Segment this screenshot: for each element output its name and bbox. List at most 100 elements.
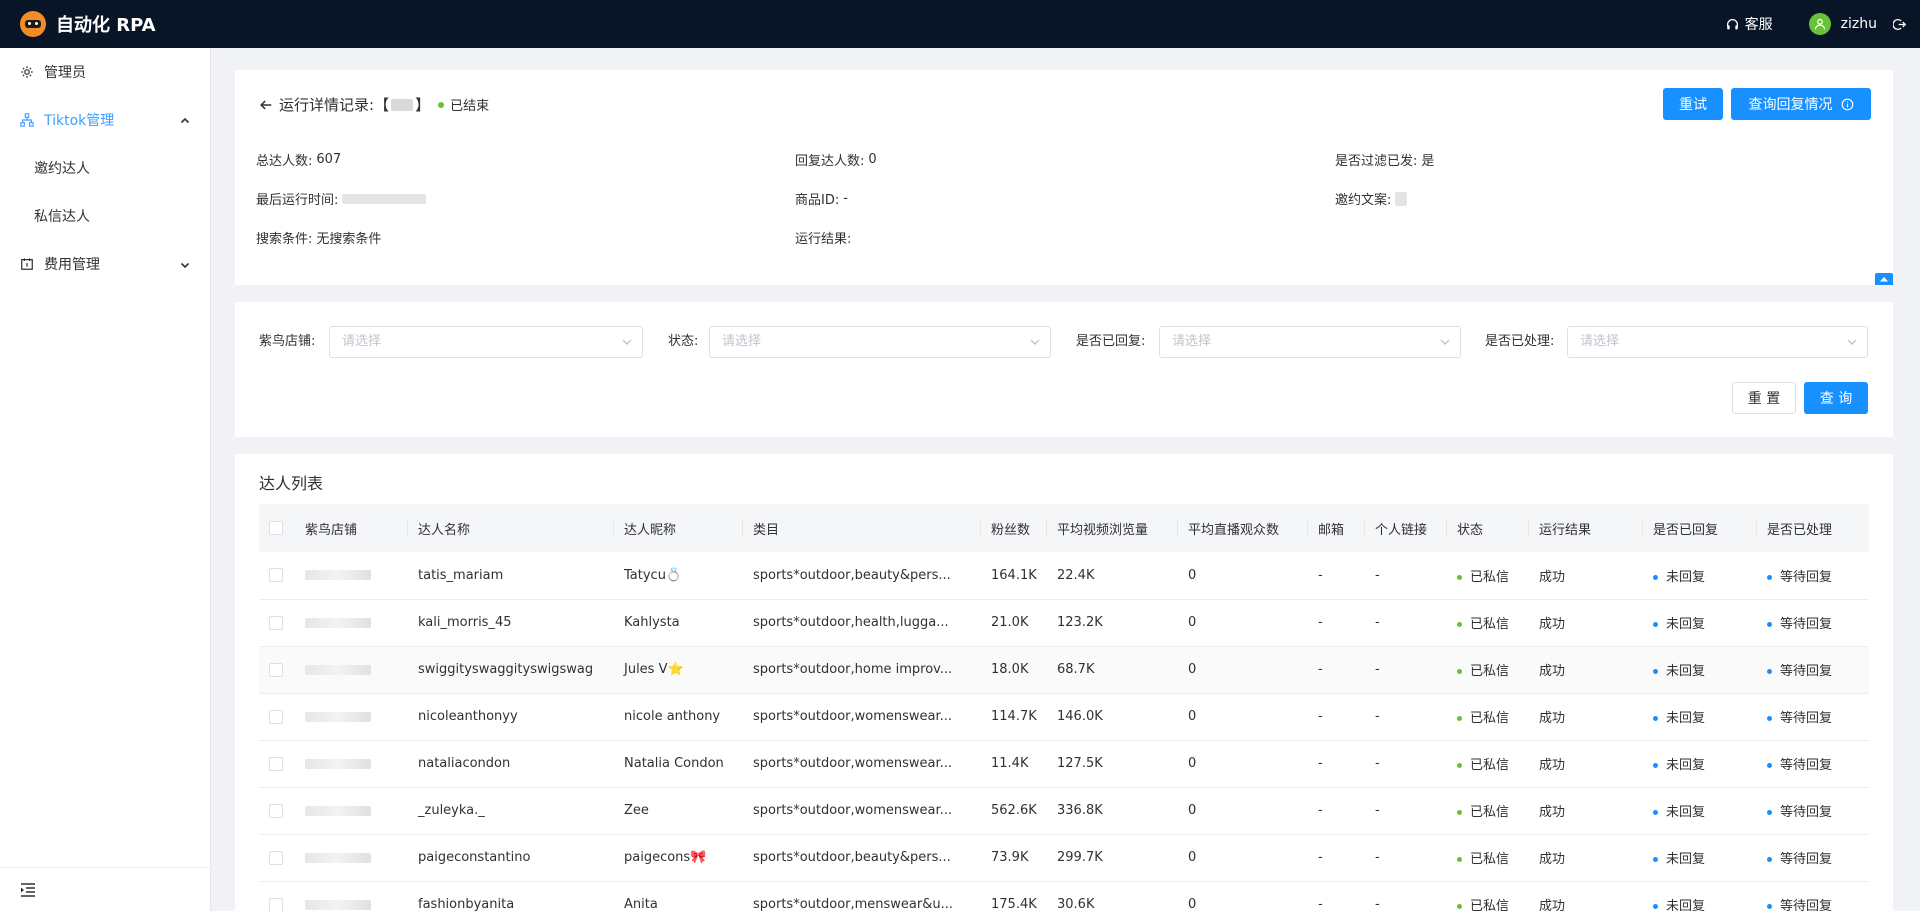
chevron-down-icon xyxy=(1847,339,1857,345)
email-cell: - xyxy=(1308,881,1365,911)
row-checkbox[interactable] xyxy=(269,756,283,771)
sidebar-item-label: 邀约达人 xyxy=(34,161,90,177)
table-row[interactable]: swiggityswaggityswigswag Jules V⭐ sports*o… xyxy=(259,646,1869,694)
info-label: 商品ID: xyxy=(795,193,840,208)
creator-name-cell: swiggityswaggityswigswag xyxy=(408,646,614,694)
info-value: 无搜索条件 xyxy=(316,232,382,247)
row-checkbox[interactable] xyxy=(269,662,283,677)
query-reply-button[interactable]: 查询回复情况 xyxy=(1731,88,1871,120)
status-dot xyxy=(1457,904,1462,909)
status-dot xyxy=(1457,857,1462,862)
replied-cell: 未回复 xyxy=(1643,599,1757,647)
run-result-cell: 成功 xyxy=(1529,693,1643,741)
row-checkbox[interactable] xyxy=(269,568,283,583)
redacted-invite-text xyxy=(1395,191,1408,206)
gear-icon xyxy=(20,65,34,79)
status-badge: 已结束 xyxy=(450,99,490,114)
replied-cell: 未回复 xyxy=(1643,552,1757,600)
info-circle-icon xyxy=(1841,98,1853,110)
fans-cell: 175.4K xyxy=(981,881,1047,911)
status-dot xyxy=(1457,574,1462,580)
column-header: 是否已回复 xyxy=(1643,504,1757,552)
status-cell: 已私信 xyxy=(1447,646,1529,694)
search-button[interactable]: 查 询 xyxy=(1804,382,1868,414)
sidebar-collapse-button[interactable] xyxy=(0,867,211,911)
table-row[interactable]: fashionbyanita Anita sports*outdoor,menswe… xyxy=(259,881,1869,911)
select-all-checkbox[interactable] xyxy=(269,521,283,535)
sidebar-item-tiktok[interactable]: Tiktok管理 xyxy=(0,96,210,144)
shop-select[interactable]: 请选择 xyxy=(329,326,643,358)
info-label: 邀约文案: xyxy=(1335,193,1392,208)
headset-icon xyxy=(1726,18,1738,29)
processed-text: 等待回复 xyxy=(1780,617,1833,632)
arrow-left-icon[interactable] xyxy=(259,98,273,112)
processed-dot xyxy=(1767,716,1772,721)
table-row[interactable]: nicoleanthonyy nicole anthony sports*outdo… xyxy=(259,693,1869,741)
run-result-cell: 成功 xyxy=(1529,552,1643,600)
user-menu[interactable]: zizhu xyxy=(1808,13,1877,35)
shop-cell xyxy=(295,787,408,835)
replied-cell: 未回复 xyxy=(1643,881,1757,911)
processed-cell: 等待回复 xyxy=(1757,552,1869,600)
logout-icon[interactable] xyxy=(1893,18,1906,31)
email-cell: - xyxy=(1308,693,1365,741)
chevron-down-icon xyxy=(1030,339,1040,345)
replied-cell: 未回复 xyxy=(1643,834,1757,882)
replied-dot xyxy=(1653,716,1658,721)
table-row[interactable]: tatis_mariam Tatycu💍 sports*outdoor,beauty… xyxy=(259,552,1869,600)
sidebar-item-label: 私信达人 xyxy=(34,209,90,225)
run-result-cell: 成功 xyxy=(1529,646,1643,694)
collapse-panel-button[interactable] xyxy=(1875,273,1893,285)
processed-select[interactable]: 请选择 xyxy=(1567,326,1868,358)
filter-shop-label: 紫鸟店铺: xyxy=(259,334,316,349)
info-last-run: 最后运行时间: xyxy=(256,189,427,208)
customer-service-link[interactable]: 客服 xyxy=(1726,14,1773,34)
status-select[interactable]: 请选择 xyxy=(709,326,1051,358)
processed-text: 等待回复 xyxy=(1780,711,1833,726)
column-header: 邮箱 xyxy=(1308,504,1365,552)
status-text: 已私信 xyxy=(1470,664,1510,679)
filter-panel: 紫鸟店铺: 请选择 状态: 请选择 是否已回复: 请选择 是否已处理: 请选择 … xyxy=(235,302,1893,437)
replied-select[interactable]: 请选择 xyxy=(1159,326,1461,358)
app-logo[interactable]: 自动化 RPA xyxy=(20,11,156,37)
sidebar: 管理员 Tiktok管理 邀约达人 私信达人 费用管理 xyxy=(0,48,211,911)
row-checkbox[interactable] xyxy=(269,850,283,865)
status-text: 已私信 xyxy=(1470,899,1510,911)
profile-link-cell: - xyxy=(1365,740,1447,788)
row-checkbox[interactable] xyxy=(269,709,283,724)
row-checkbox[interactable] xyxy=(269,615,283,630)
row-checkbox[interactable] xyxy=(269,897,283,911)
select-placeholder: 请选择 xyxy=(1580,334,1620,349)
replied-cell: 未回复 xyxy=(1643,693,1757,741)
table-row[interactable]: _zuleyka._ Zee sports*outdoor,womenswear..… xyxy=(259,787,1869,835)
redacted-shop-name xyxy=(305,899,371,910)
creator-nickname-cell: Jules V⭐ xyxy=(614,646,743,694)
detail-header: 运行详情记录: 【 】 已结束 xyxy=(259,94,489,115)
sidebar-item-admin[interactable]: 管理员 xyxy=(0,48,210,96)
reset-button[interactable]: 重 置 xyxy=(1732,382,1796,414)
avg-live-viewers-cell: 0 xyxy=(1178,787,1308,835)
sidebar-item-label: Tiktok管理 xyxy=(44,113,115,129)
creator-list-panel: 达人列表 紫鸟店铺 达人名称 达人昵称 类目 粉丝数 平均视频浏览量 平均直播观… xyxy=(235,454,1893,911)
sidebar-item-message-creators[interactable]: 私信达人 xyxy=(0,192,210,240)
app-title: 自动化 RPA xyxy=(56,15,156,36)
table-row[interactable]: nataliacondon Natalia Condon sports*outdoo… xyxy=(259,740,1869,788)
column-header: 紫鸟店铺 xyxy=(295,504,408,552)
profile-link-cell: - xyxy=(1365,599,1447,647)
sidebar-item-invite-creators[interactable]: 邀约达人 xyxy=(0,144,210,192)
retry-button[interactable]: 重试 xyxy=(1663,88,1723,120)
avg-live-viewers-cell: 0 xyxy=(1178,552,1308,600)
indent-icon xyxy=(21,882,35,897)
avg-live-viewers-cell: 0 xyxy=(1178,881,1308,911)
row-select-cell xyxy=(259,787,295,835)
avg-views-cell: 336.8K xyxy=(1047,787,1178,835)
row-checkbox[interactable] xyxy=(269,803,283,818)
replied-dot xyxy=(1653,857,1658,862)
table-row[interactable]: paigeconstantino paigecons🎀 sports*outdoor… xyxy=(259,834,1869,882)
sidebar-item-billing[interactable]: 费用管理 xyxy=(0,240,210,288)
creator-nickname-cell: Anita xyxy=(614,881,743,911)
shop-cell xyxy=(295,834,408,882)
avatar xyxy=(1808,13,1831,35)
replied-text: 未回复 xyxy=(1666,711,1706,726)
table-row[interactable]: kali_morris_45 Kahlysta sports*outdoor,hea… xyxy=(259,599,1869,647)
